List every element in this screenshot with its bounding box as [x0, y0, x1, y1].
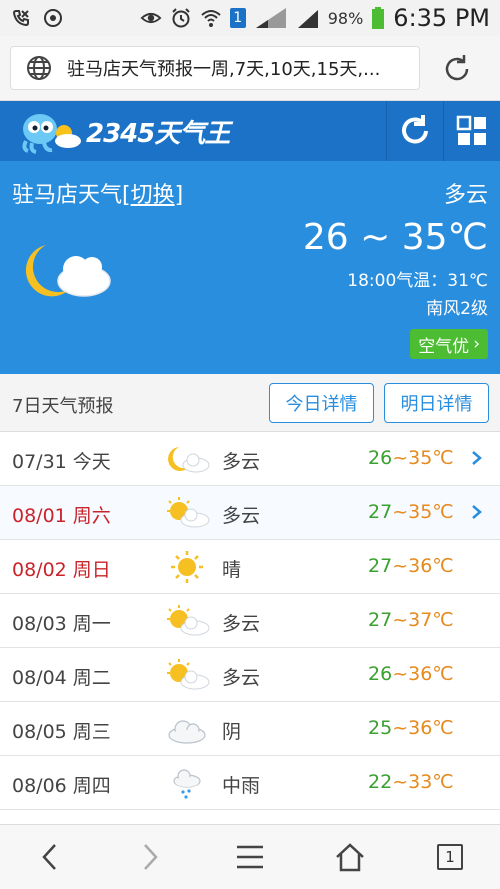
- forecast-row[interactable]: 08/05 周三 阴 25~36℃: [0, 702, 500, 756]
- forecast-temp: 26~36℃: [368, 663, 454, 685]
- partly-cloudy-day-icon: [167, 659, 210, 690]
- forecast-date: 07/31 今天: [12, 451, 111, 473]
- current-wind: 南风2级: [426, 299, 488, 319]
- forecast-temp: 27~36℃: [368, 555, 454, 577]
- browser-bottom-nav: 1: [0, 824, 500, 889]
- forecast-title: 7日天气预报: [12, 396, 114, 417]
- overcast-icon: [168, 720, 206, 744]
- sim-icon: 1: [229, 8, 246, 28]
- current-weather-panel: 驻马店天气[切换] 多云 26 ~ 35℃ 18:00气温：31℃ 南风2级 空…: [0, 161, 500, 374]
- city-switch-link[interactable]: [切换]: [122, 183, 183, 208]
- city-name: 驻马店天气: [12, 183, 123, 208]
- menu-grid-button[interactable]: [443, 101, 500, 161]
- current-temp-range: 26 ~ 35℃: [302, 217, 488, 258]
- tab-count-icon: 1: [437, 844, 463, 870]
- hamburger-icon: [237, 845, 263, 869]
- home-button[interactable]: [330, 837, 370, 877]
- forecast-row[interactable]: 08/06 周四 中雨 22~33℃: [0, 756, 500, 810]
- forecast-date: 08/04 周二: [12, 667, 111, 689]
- current-condition: 多云: [443, 183, 488, 208]
- forward-button[interactable]: [130, 837, 170, 877]
- refresh-button[interactable]: [386, 101, 442, 161]
- settings-icon: [42, 7, 64, 29]
- forecast-row[interactable]: 08/01 周六 多云 27~35℃: [0, 486, 500, 540]
- forecast-row[interactable]: 08/02 周日 晴 27~36℃: [0, 540, 500, 594]
- chevron-right-icon: [144, 844, 158, 870]
- forecast-condition: 多云: [222, 505, 261, 527]
- back-button[interactable]: [30, 837, 70, 877]
- missed-call-icon: [10, 7, 32, 29]
- forecast-temp: 27~37℃: [368, 609, 454, 631]
- forecast-date: 08/05 周三: [12, 721, 111, 743]
- refresh-icon: [401, 115, 428, 144]
- app-header: 2345天气王: [0, 101, 500, 161]
- forecast-row[interactable]: 07/31 今天 多云 26~35℃: [0, 432, 500, 486]
- battery-percent: 98%: [327, 8, 364, 28]
- globe-icon: [25, 54, 53, 82]
- forecast-header: 7日天气预报 今日详情 明日详情: [0, 374, 500, 432]
- forecast-date: 08/06 周四: [12, 775, 111, 797]
- forecast-condition: 多云: [222, 613, 261, 635]
- chevron-left-icon: [42, 844, 56, 870]
- status-bar: 1 98% 6:35 PM: [0, 0, 500, 36]
- partly-cloudy-day-icon: [167, 497, 210, 528]
- forecast-condition: 多云: [222, 451, 261, 473]
- today-details-button[interactable]: 今日详情: [269, 383, 374, 423]
- reload-icon[interactable]: [440, 52, 474, 86]
- signal-icon: [254, 7, 288, 29]
- home-icon: [336, 843, 364, 872]
- grid-icon: [456, 115, 486, 145]
- tabs-button[interactable]: 1: [430, 837, 470, 877]
- partly-cloudy-night-icon: [168, 447, 210, 473]
- eye-icon: [140, 7, 162, 29]
- logo-text: 2345天气王: [86, 118, 230, 149]
- forecast-condition: 多云: [222, 667, 261, 689]
- url-text: 驻马店天气预报一周,7天,10天,15天,...: [67, 59, 381, 80]
- forecast-condition: 中雨: [222, 775, 261, 797]
- wifi-icon: [200, 7, 222, 29]
- forecast-condition: 阴: [222, 721, 242, 743]
- forecast-row[interactable]: 08/03 周一 多云 27~37℃: [0, 594, 500, 648]
- forecast-date: 08/03 周一: [12, 613, 111, 635]
- forecast-temp: 25~36℃: [368, 717, 454, 739]
- chevron-right-icon: [472, 505, 482, 519]
- signal-icon-2: [296, 7, 320, 29]
- forecast-condition: 晴: [222, 559, 242, 581]
- clock: 6:35 PM: [393, 4, 490, 32]
- forecast-temp: 27~35℃: [368, 501, 454, 523]
- tomorrow-details-button[interactable]: 明日详情: [384, 383, 489, 423]
- chevron-right-icon: [472, 451, 482, 465]
- forecast-date: 08/02 周日: [12, 559, 111, 581]
- browser-address-bar: 驻马店天气预报一周,7天,10天,15天,...: [0, 36, 500, 101]
- city-title: 驻马店天气[切换]: [12, 177, 183, 209]
- air-quality-button[interactable]: 空气优 ›: [410, 329, 488, 359]
- moderate-rain-icon: [173, 769, 201, 799]
- forecast-date: 08/01 周六: [12, 505, 111, 527]
- forecast-row[interactable]: 08/04 周二 多云 26~36℃: [0, 648, 500, 702]
- menu-button[interactable]: [230, 837, 270, 877]
- aqi-label: 空气优: [418, 336, 470, 357]
- app-logo[interactable]: 2345天气王: [18, 107, 238, 155]
- url-field[interactable]: 驻马店天气预报一周,7天,10天,15天,...: [10, 46, 420, 90]
- current-temp-1800: 18:00气温：31℃: [347, 271, 488, 291]
- chevron-right-icon: ›: [473, 334, 480, 354]
- sunny-icon: [171, 551, 203, 583]
- forecast-list: 07/31 今天 多云 26~35℃ 08/01 周六 多云 27~35℃ 08…: [0, 432, 500, 810]
- partly-cloudy-night-icon: [25, 245, 111, 297]
- forecast-temp: 22~33℃: [368, 771, 454, 793]
- mascot-logo-icon: [22, 114, 81, 154]
- alarm-icon: [170, 7, 192, 29]
- forecast-temp: 26~35℃: [368, 447, 454, 469]
- battery-icon: [371, 7, 385, 29]
- partly-cloudy-day-icon: [167, 605, 210, 636]
